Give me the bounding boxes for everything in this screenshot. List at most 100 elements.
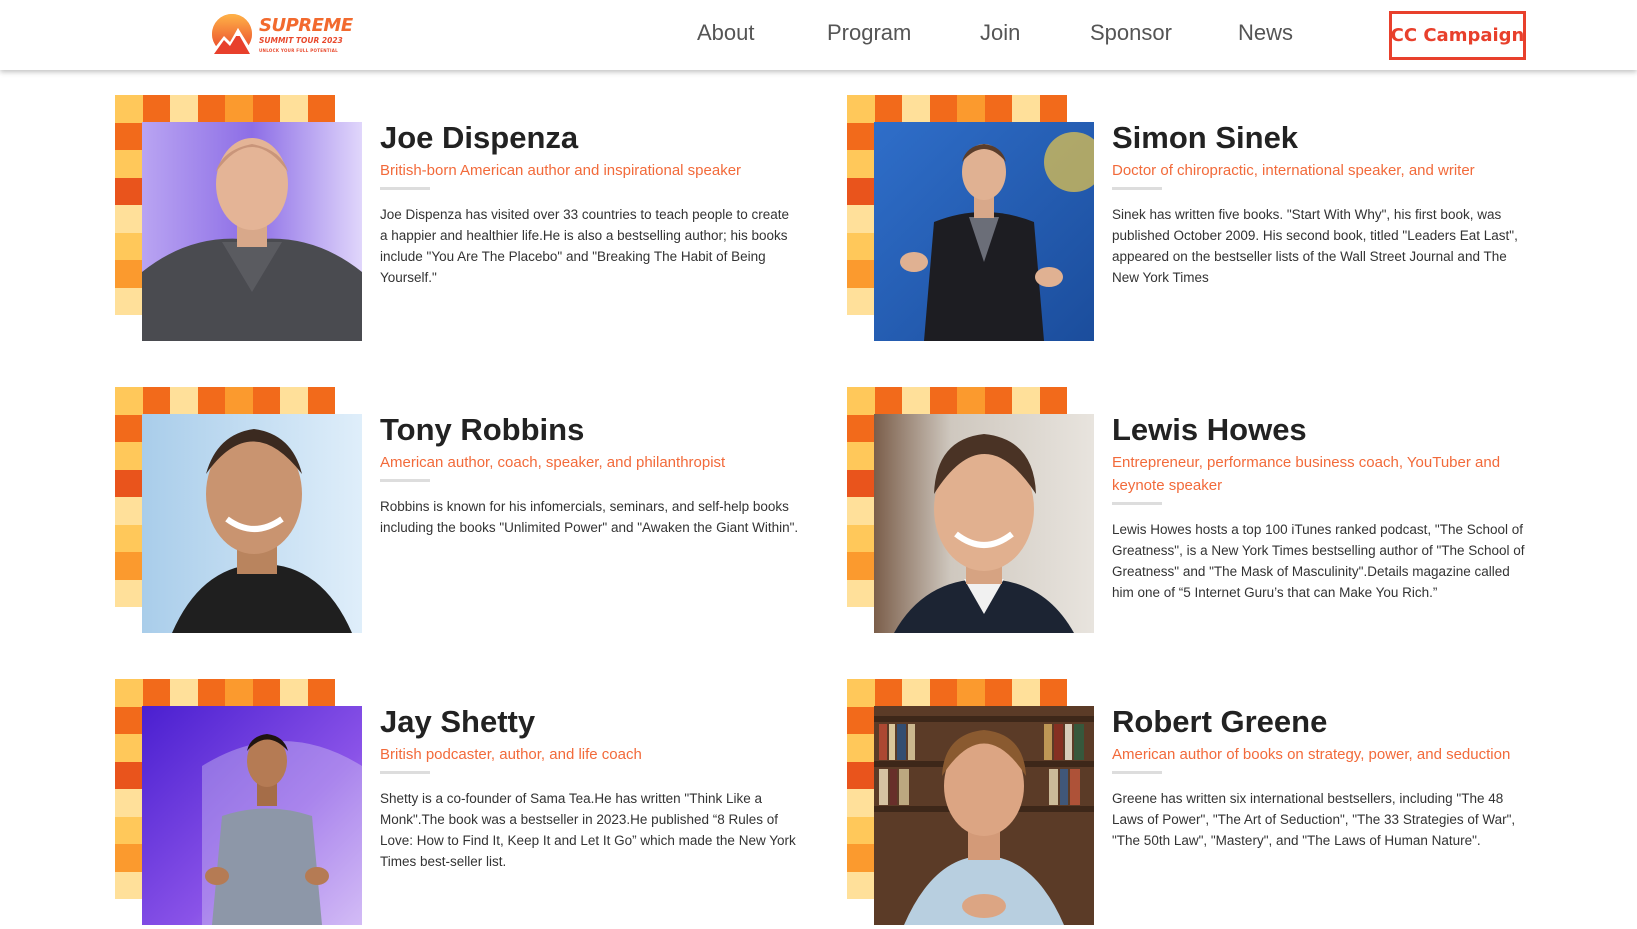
mosaic-tile [197, 679, 225, 707]
mosaic-tile [1039, 95, 1067, 123]
speaker-bio: Joe Dispenza has visited over 33 countri… [380, 206, 789, 285]
mosaic-tile [847, 816, 875, 844]
mosaic-tile [115, 734, 143, 762]
mosaic-tile [847, 414, 875, 442]
mosaic-tile [847, 95, 875, 123]
mosaic-tile [1012, 679, 1040, 707]
mosaic-tile [984, 95, 1012, 123]
mosaic-tile [902, 387, 930, 415]
speaker-card: Lewis Howes Entrepreneur, performance bu… [847, 387, 1567, 637]
mosaic-tile [115, 122, 143, 150]
divider [380, 186, 430, 190]
mosaic-tile [225, 387, 253, 415]
mosaic-tile [847, 442, 875, 470]
mosaic-tile [874, 679, 902, 707]
speaker-photo [142, 706, 362, 925]
mosaic-tile [197, 95, 225, 123]
speaker-portrait-image [142, 122, 362, 341]
nav-about[interactable]: About [697, 20, 755, 46]
mosaic-tile [984, 679, 1012, 707]
mosaic-tile [197, 387, 225, 415]
cc-campaign-button[interactable]: CC Campaign [1389, 11, 1526, 60]
mosaic-tile [280, 95, 308, 123]
mosaic-tile [170, 679, 198, 707]
speaker-portrait-image [874, 414, 1094, 633]
mosaic-tile [307, 387, 335, 415]
speaker-photo [874, 414, 1094, 633]
mosaic-tile [170, 387, 198, 415]
speaker-bio: Lewis Howes hosts a top 100 iTunes ranke… [1112, 521, 1525, 600]
mosaic-tile [847, 706, 875, 734]
mosaic-tile [847, 469, 875, 497]
mosaic-tile [115, 497, 143, 525]
mosaic-tile [115, 579, 143, 607]
mosaic-tile [1039, 679, 1067, 707]
nav-join[interactable]: Join [980, 20, 1020, 46]
speaker-photo [142, 122, 362, 341]
nav-news[interactable]: News [1238, 20, 1293, 46]
mosaic-tile [847, 761, 875, 789]
speaker-name: Tony Robbins [380, 412, 585, 447]
supreme-summit-logo[interactable]: SUPREME SUMMIT TOUR 2023 UNLOCK YOUR FUL… [208, 12, 368, 58]
mosaic-tile [847, 122, 875, 150]
mosaic-tile [847, 205, 875, 233]
speaker-portrait-image [874, 706, 1094, 925]
nav-program[interactable]: Program [827, 20, 911, 46]
mosaic-tile [847, 552, 875, 580]
speaker-photo [874, 706, 1094, 925]
speaker-role: American author, coach, speaker, and phi… [380, 453, 726, 471]
mosaic-tile [847, 260, 875, 288]
mosaic-tile [847, 287, 875, 315]
mosaic-tile [847, 177, 875, 205]
mosaic-tile [115, 524, 143, 552]
mosaic-tile [1012, 95, 1040, 123]
mosaic-tile [847, 679, 875, 707]
mosaic-tile [142, 387, 170, 415]
mosaic-tile [929, 387, 957, 415]
mosaic-tile [115, 387, 143, 415]
mosaic-tile [115, 442, 143, 470]
mosaic-tile [115, 232, 143, 260]
divider [1112, 770, 1162, 774]
mosaic-tile [115, 552, 143, 580]
speaker-role: Doctor of chiropractic, international sp… [1112, 161, 1475, 179]
mosaic-tile [929, 679, 957, 707]
mosaic-tile [957, 679, 985, 707]
nav-sponsor[interactable]: Sponsor [1090, 20, 1172, 46]
logo-title: SUPREME [259, 15, 353, 37]
mosaic-tile [142, 679, 170, 707]
speaker-card: Tony Robbins American author, coach, spe… [115, 387, 835, 637]
mosaic-tile [115, 844, 143, 872]
mosaic-tile [115, 816, 143, 844]
mosaic-tile [225, 679, 253, 707]
speaker-portrait-image [142, 414, 362, 633]
mosaic-tile [115, 706, 143, 734]
mosaic-tile [252, 95, 280, 123]
mosaic-tile [1012, 387, 1040, 415]
mosaic-tile [847, 579, 875, 607]
mosaic-tile [874, 95, 902, 123]
mosaic-tile [984, 387, 1012, 415]
mosaic-tile [115, 679, 143, 707]
speaker-card: Robert Greene American author of books o… [847, 679, 1567, 929]
speaker-photo [874, 122, 1094, 341]
mosaic-tile [252, 387, 280, 415]
divider [380, 770, 430, 774]
mosaic-tile [280, 679, 308, 707]
mosaic-tile [307, 95, 335, 123]
speaker-name: Jay Shetty [380, 704, 536, 739]
mountain-sun-logo-icon [210, 14, 254, 54]
mosaic-tile [252, 679, 280, 707]
mosaic-tile [874, 387, 902, 415]
speaker-photo [142, 414, 362, 633]
mosaic-tile [847, 734, 875, 762]
speaker-card: Jay Shetty British podcaster, author, an… [115, 679, 835, 929]
site-header: SUPREME SUMMIT TOUR 2023 UNLOCK YOUR FUL… [0, 0, 1637, 70]
speaker-role: British podcaster, author, and life coac… [380, 745, 642, 763]
speaker-role: British-born American author and inspira… [380, 161, 742, 179]
speaker-bio: Robbins is known for his infomercials, s… [380, 498, 799, 535]
mosaic-tile [929, 95, 957, 123]
mosaic-tile [115, 150, 143, 178]
mosaic-tile [957, 95, 985, 123]
speaker-role: Entrepreneur, performance business coach… [1112, 453, 1501, 494]
